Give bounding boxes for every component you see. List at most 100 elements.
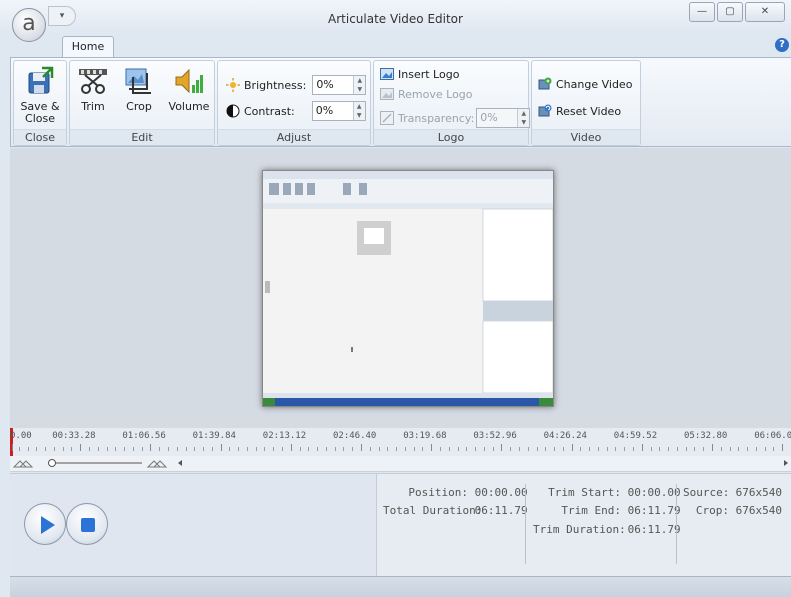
transparency-stepper[interactable]: 0% ▲ ▼ — [476, 108, 531, 128]
scroll-right-icon — [784, 460, 788, 466]
source-row: Source: 676x540 — [683, 486, 782, 499]
save-close-button[interactable]: Save & Close — [16, 65, 64, 125]
contrast-stepper[interactable]: 0% ▲ ▼ — [311, 101, 366, 121]
transparency-label: Transparency: — [398, 111, 475, 125]
video-frame-thumbnail — [262, 170, 554, 407]
crop-info-value: 676x540 — [735, 504, 782, 517]
app-window: ▾ Articulate Video Editor — ▢ ✕ a Home ? — [0, 0, 791, 597]
ribbon: Save & Close Close Trim Crop Volume Edit… — [10, 57, 791, 147]
timeline-minor-tick — [18, 447, 20, 451]
play-button[interactable] — [24, 503, 66, 545]
timeline-minor-tick — [71, 447, 73, 451]
timeline-minor-tick — [352, 447, 354, 451]
maximize-button[interactable]: ▢ — [717, 2, 743, 22]
trim-label: Trim — [81, 100, 105, 113]
transparency-spin-arrows[interactable]: ▲ ▼ — [517, 109, 530, 127]
video-group: Change Video Reset Video Video — [531, 60, 641, 146]
timeline-minor-tick — [720, 447, 722, 451]
timeline-tick-label: 0.00 — [10, 431, 32, 441]
timeline-minor-tick — [369, 447, 371, 451]
timeline-tick-label: 01:39.84 — [192, 431, 236, 441]
brightness-row: Brightness: 0% ▲ ▼ — [226, 75, 367, 95]
trim-end-label: Trim End: — [561, 504, 621, 517]
timeline-minor-tick — [97, 447, 99, 451]
timeline-minor-tick — [633, 447, 635, 451]
timeline-minor-tick — [475, 447, 477, 451]
position-value: 00:00.00 — [474, 486, 528, 499]
contrast-row: Contrast: 0% ▲ ▼ — [226, 101, 366, 121]
timeline-minor-tick — [141, 447, 143, 451]
application-menu-button[interactable]: a — [12, 8, 46, 42]
volume-button[interactable]: Volume — [166, 65, 212, 113]
timeline-minor-tick — [457, 447, 459, 451]
timeline-minor-tick — [159, 447, 161, 451]
logo-group-label: Logo — [374, 129, 528, 145]
trim-end-row: Trim End: 06:11.79 — [533, 504, 680, 517]
timeline-minor-tick — [45, 447, 47, 451]
minimize-button[interactable]: — — [689, 2, 715, 22]
timeline-ruler[interactable]: 0.00 00:33.28 01:06.56 01:39.84 02:13.12 02:4… — [10, 428, 791, 456]
timeline-major-tick — [220, 444, 222, 451]
crop-button[interactable]: Crop — [120, 65, 158, 113]
timeline-minor-tick — [527, 447, 529, 451]
crop-info-label: Crop: — [695, 504, 729, 517]
timeline-minor-tick — [273, 447, 275, 451]
remove-logo-button[interactable]: Remove Logo — [380, 87, 473, 101]
tab-home[interactable]: Home — [62, 36, 114, 58]
timeline-major-tick — [501, 444, 503, 451]
timeline-major-tick — [571, 444, 573, 451]
position-label: Position: — [408, 486, 468, 499]
info-divider-2 — [676, 484, 677, 564]
trim-start-value: 00:00.00 — [627, 486, 681, 499]
timeline-major-tick — [12, 444, 13, 451]
close-icon: ✕ — [760, 6, 770, 17]
playback-panel: Position: 00:00.00 Total Duration: 06:11… — [10, 473, 791, 577]
timeline-minor-tick — [132, 447, 134, 451]
video-frame-image — [263, 171, 554, 406]
window-controls: — ▢ ✕ — [689, 2, 785, 22]
timeline-minor-tick — [53, 447, 55, 451]
timeline-major-tick — [641, 444, 643, 451]
timeline-tick-label: 02:46.40 — [333, 431, 377, 441]
timeline-major-tick — [712, 444, 713, 451]
reset-video-button[interactable]: Reset Video — [538, 104, 621, 118]
timeline-minor-tick — [659, 447, 661, 451]
transparency-row: Transparency: 0% ▲ ▼ — [380, 108, 531, 128]
timeline-zoom-controls — [12, 459, 788, 468]
brightness-icon — [226, 78, 240, 92]
timeline-minor-tick — [597, 447, 599, 451]
timeline-minor-tick — [483, 447, 485, 451]
brightness-value: 0% — [316, 78, 334, 91]
video-group-label: Video — [532, 129, 640, 145]
brightness-spin-arrows[interactable]: ▲ ▼ — [353, 76, 366, 94]
timeline-tick-label: 03:19.68 — [403, 431, 447, 441]
timeline-minor-tick — [466, 447, 468, 451]
timeline-minor-tick — [755, 447, 757, 451]
reset-video-icon — [538, 104, 552, 118]
brightness-stepper[interactable]: 0% ▲ ▼ — [312, 75, 367, 95]
contrast-spin-arrows[interactable]: ▲ ▼ — [352, 102, 365, 120]
trim-button[interactable]: Trim — [74, 65, 112, 113]
timeline-minor-tick — [299, 447, 301, 451]
insert-logo-button[interactable]: Insert Logo — [380, 67, 459, 81]
timeline-minor-tick — [282, 447, 284, 451]
stop-button[interactable] — [66, 503, 108, 545]
timeline-minor-tick — [62, 447, 64, 451]
ribbon-tab-row: Home ? — [0, 34, 791, 58]
timeline-minor-tick — [167, 447, 169, 451]
close-group-label: Close — [14, 129, 66, 145]
change-video-button[interactable]: Change Video — [538, 77, 632, 91]
help-icon[interactable]: ? — [775, 38, 789, 52]
video-info-panel: Position: 00:00.00 Total Duration: 06:11… — [376, 474, 791, 577]
timeline-tick-label: 04:26.24 — [543, 431, 587, 441]
timeline-major-tick — [150, 444, 152, 451]
crop-label: Crop — [126, 100, 152, 113]
crop-row: Crop: 676x540 — [683, 504, 782, 517]
volume-icon — [173, 65, 205, 97]
timeline-minor-tick — [325, 447, 327, 451]
close-window-button[interactable]: ✕ — [745, 2, 785, 22]
remove-logo-label: Remove Logo — [398, 87, 473, 101]
timeline-tick-label: 01:06.56 — [122, 431, 166, 441]
timeline-minor-tick — [676, 447, 678, 451]
timeline-minor-tick — [317, 447, 319, 451]
